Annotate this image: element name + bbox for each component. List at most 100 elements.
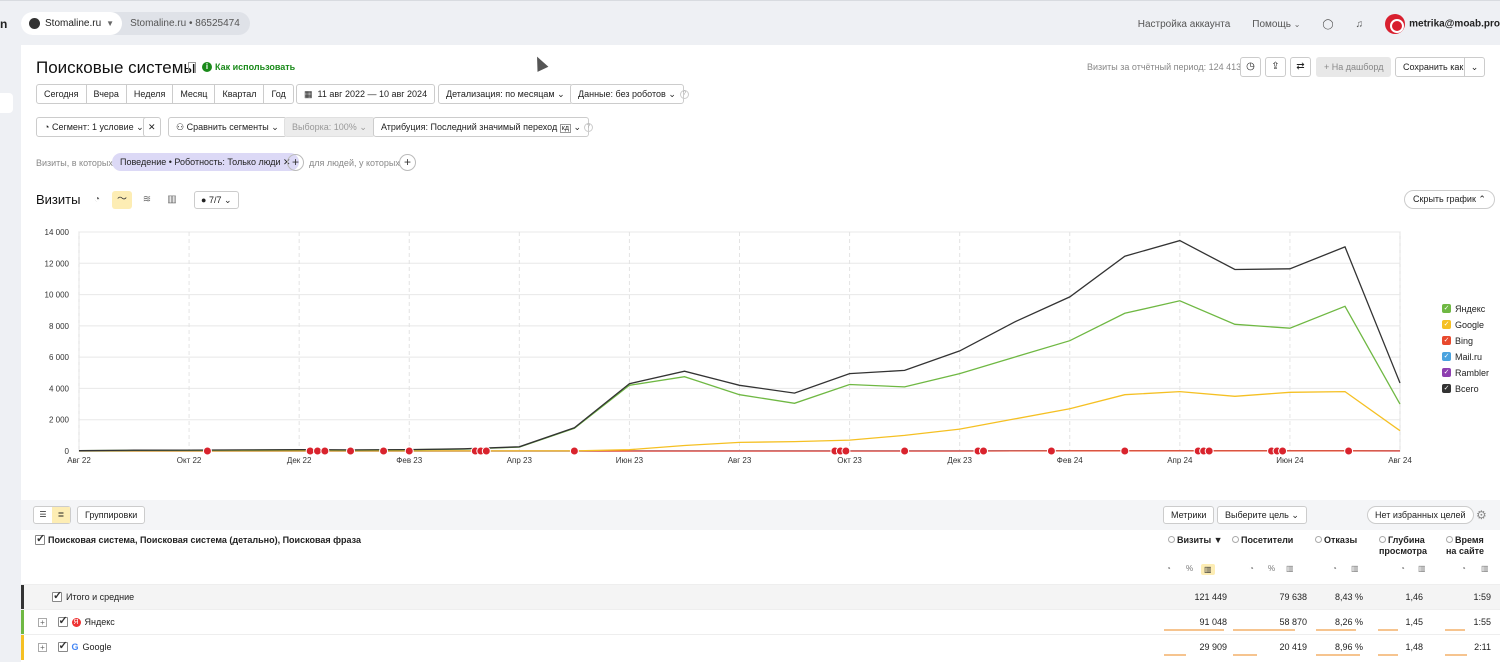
row-checkbox[interactable] (57, 614, 68, 627)
export-icon[interactable]: ⇪ (1265, 57, 1286, 77)
user-menu[interactable]: metrika@moab.pro (1385, 14, 1500, 34)
comments-dropdown[interactable]: ● 7/7 ⌄ (194, 191, 239, 209)
pie-icon[interactable]: ◔ (1249, 564, 1254, 573)
tree-view-icon[interactable]: ≣ (52, 507, 70, 523)
area-chart-icon[interactable]: ≋ (137, 191, 157, 209)
favorite-goals-button[interactable]: Нет избранных целей (1367, 506, 1474, 524)
cell-bounce: 8,26 % (1334, 617, 1363, 627)
column-bounce[interactable]: Отказы (1315, 535, 1357, 546)
column-visits[interactable]: Визиты ▼ (1168, 535, 1223, 546)
legend-checkbox[interactable]: ✓ (1442, 304, 1451, 313)
how-to-link[interactable]: i Как использовать (202, 62, 295, 72)
help-icon[interactable]: ? (584, 123, 593, 132)
pie-chart-icon[interactable]: ◔ (87, 191, 107, 209)
legend-item[interactable]: ✓ Яндекс (1442, 303, 1489, 314)
chevron-down-icon[interactable]: ⌄ (1464, 58, 1484, 76)
percent-icon[interactable]: % (1268, 564, 1275, 573)
add-user-filter-button[interactable]: + (399, 154, 416, 171)
save-as-label: Сохранить как (1403, 62, 1464, 72)
compare-segments-dropdown[interactable]: ⚇ Сравнить сегменты ⌄ (168, 117, 287, 137)
data-mode-dropdown[interactable]: Данные: без роботов ⌄ (570, 84, 684, 104)
percent-icon[interactable]: % (1186, 564, 1193, 573)
help-menu[interactable]: Помощь ⌄ (1252, 19, 1300, 30)
period-today[interactable]: Сегодня (37, 85, 87, 103)
period-yesterday[interactable]: Вчера (87, 85, 127, 103)
bar-chart-icon[interactable]: ▥ (162, 191, 182, 209)
segment-dropdown[interactable]: ◔ Сегмент: 1 условие ⌄ (36, 117, 152, 137)
close-icon: ✕ (148, 122, 156, 132)
table-row[interactable]: + ЯЯндекс 91 048 58 870 8,26 % 1,45 1:55 (21, 609, 1500, 635)
bar-icon[interactable]: ▥ (1481, 564, 1489, 573)
column-time[interactable]: Время на сайте (1446, 535, 1496, 557)
legend-checkbox[interactable]: ✓ (1442, 336, 1451, 345)
legend-item[interactable]: ✓ Всего (1442, 383, 1489, 394)
site-selector[interactable]: Stomaline.ru ▼ (21, 12, 123, 35)
legend-item[interactable]: ✓ Bing (1442, 335, 1489, 346)
groupings-button[interactable]: Группировки (77, 506, 146, 524)
legend-checkbox[interactable]: ✓ (1442, 368, 1451, 377)
pie-icon[interactable]: ◔ (1166, 564, 1171, 573)
legend-item[interactable]: ✓ Google (1442, 319, 1489, 330)
account-settings-link[interactable]: Настройка аккаунта (1138, 19, 1231, 30)
gear-icon[interactable]: ⚙ (1476, 508, 1487, 522)
pie-icon[interactable]: ◔ (1400, 564, 1405, 573)
row-checkbox[interactable] (57, 639, 68, 652)
clear-segment-button[interactable]: ✕ (143, 117, 161, 137)
table-row-total[interactable]: Итого и средние 121 449 79 638 8,43 % 1,… (21, 584, 1500, 610)
y-tick-label: 0 (65, 447, 70, 456)
save-as-button[interactable]: Сохранить как ⌄ (1395, 57, 1485, 77)
y-tick-label: 10 000 (45, 291, 70, 300)
expand-icon[interactable]: + (38, 642, 47, 652)
checkbox-all[interactable] (35, 532, 45, 545)
legend-checkbox[interactable]: ✓ (1442, 320, 1451, 329)
bar-icon[interactable]: ▥ (1286, 564, 1294, 573)
legend-checkbox[interactable]: ✓ (1442, 352, 1451, 361)
line-chart-icon[interactable]: 〜 (112, 191, 132, 209)
pie-icon[interactable]: ◔ (1461, 564, 1466, 573)
period-week[interactable]: Неделя (127, 85, 174, 103)
bar-icon[interactable]: ▥ (1418, 564, 1426, 573)
legend-checkbox[interactable]: ✓ (1442, 384, 1451, 393)
detail-dropdown[interactable]: Детализация: по месяцам ⌄ (438, 84, 573, 104)
site-name: Stomaline.ru (45, 18, 102, 29)
add-visit-filter-button[interactable]: + (287, 154, 304, 171)
site-switcher[interactable]: Stomaline.ru ▼ Stomaline.ru • 86525474 (21, 12, 250, 35)
add-to-dashboard-button[interactable]: + На дашборд (1316, 57, 1392, 77)
cell-depth: 1,46 (1405, 592, 1423, 602)
bell-icon[interactable]: ♫ (1356, 19, 1364, 30)
legend-item[interactable]: ✓ Rambler (1442, 367, 1489, 378)
goal-dropdown[interactable]: Выберите цель ⌄ (1217, 506, 1307, 524)
visits-line-chart: 0 2 000 4 000 6 000 8 000 10 000 12 000 14 000 А… (45, 228, 1413, 465)
period-year[interactable]: Год (264, 85, 292, 103)
legend-item[interactable]: ✓ Mail.ru (1442, 351, 1489, 362)
comment-marker (346, 446, 356, 456)
bookmark-icon[interactable] (188, 62, 196, 73)
pie-icon[interactable]: ◔ (1332, 564, 1337, 573)
row-checkbox[interactable] (52, 589, 62, 602)
sample-dropdown[interactable]: Выборка: 100% ⌄ (284, 117, 375, 137)
cell-visits: 29 909 (1199, 642, 1227, 652)
attribution-dropdown[interactable]: Атрибуция: Последний значимый переход кд… (373, 117, 589, 137)
history-icon[interactable]: ◷ (1240, 57, 1261, 77)
comment-marker (1046, 446, 1056, 456)
column-visitors[interactable]: Посетители (1232, 535, 1293, 546)
sidebar-tab[interactable] (0, 93, 13, 113)
filter-chip[interactable]: Поведение • Роботность: Только люди ✕ (112, 153, 299, 171)
help-icon (1379, 536, 1386, 543)
period-month[interactable]: Месяц (173, 85, 216, 103)
chat-icon[interactable]: ◯ (1322, 19, 1333, 30)
hide-chart-button[interactable]: Скрыть график ⌃ (1404, 190, 1495, 209)
date-range-picker[interactable]: ▦ 11 авг 2022 — 10 авг 2024 (296, 84, 436, 104)
bar-icon[interactable]: ▥ (1351, 564, 1359, 573)
column-depth[interactable]: Глубина просмотра (1379, 535, 1429, 557)
period-quarter[interactable]: Квартал (215, 85, 265, 103)
top-bar: n Stomaline.ru ▼ Stomaline.ru • 86525474… (0, 0, 1500, 45)
expand-icon[interactable]: + (38, 617, 47, 627)
list-view-icon[interactable]: ☰ (34, 507, 52, 523)
table-row[interactable]: + GGoogle 29 909 20 419 8,96 % 1,48 2:11 (21, 634, 1500, 660)
help-icon[interactable]: ? (680, 90, 689, 99)
how-to-label: Как использовать (215, 62, 296, 72)
metrics-button[interactable]: Метрики (1163, 506, 1215, 524)
share-icon[interactable]: ⇄ (1290, 57, 1311, 77)
bar-icon[interactable]: ▥ (1201, 564, 1215, 575)
